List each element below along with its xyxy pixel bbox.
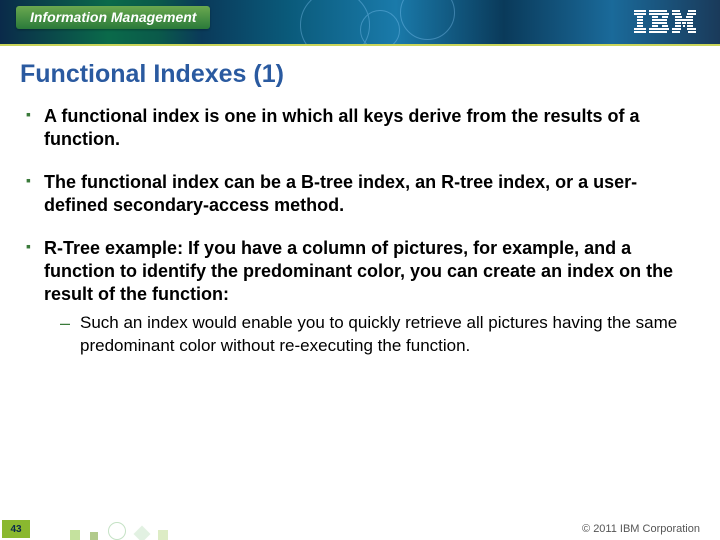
slide: Information Management xyxy=(0,0,720,540)
copyright-text: © 2011 IBM Corporation xyxy=(582,523,700,535)
slide-footer: 43 © 2011 IBM Corporation xyxy=(0,520,720,540)
info-management-badge: Information Management xyxy=(16,6,210,29)
bullet-text: A functional index is one in which all k… xyxy=(44,106,639,149)
sub-bullet-list: Such an index would enable you to quickl… xyxy=(44,312,694,357)
bullet-item: A functional index is one in which all k… xyxy=(26,105,694,151)
bullet-item: The functional index can be a B-tree ind… xyxy=(26,171,694,217)
sub-bullet-text: Such an index would enable you to quickl… xyxy=(80,313,677,354)
header-banner: Information Management xyxy=(0,0,720,46)
slide-title: Functional Indexes (1) xyxy=(0,46,720,95)
bullet-item: R-Tree example: If you have a column of … xyxy=(26,237,694,357)
ibm-logo-icon xyxy=(634,10,696,34)
page-number: 43 xyxy=(2,520,30,538)
slide-content: A functional index is one in which all k… xyxy=(0,95,720,357)
sub-bullet-item: Such an index would enable you to quickl… xyxy=(60,312,694,357)
bullet-text: R-Tree example: If you have a column of … xyxy=(44,238,673,304)
bullet-list: A functional index is one in which all k… xyxy=(26,105,694,357)
footer-decor xyxy=(70,522,168,540)
bullet-text: The functional index can be a B-tree ind… xyxy=(44,172,637,215)
